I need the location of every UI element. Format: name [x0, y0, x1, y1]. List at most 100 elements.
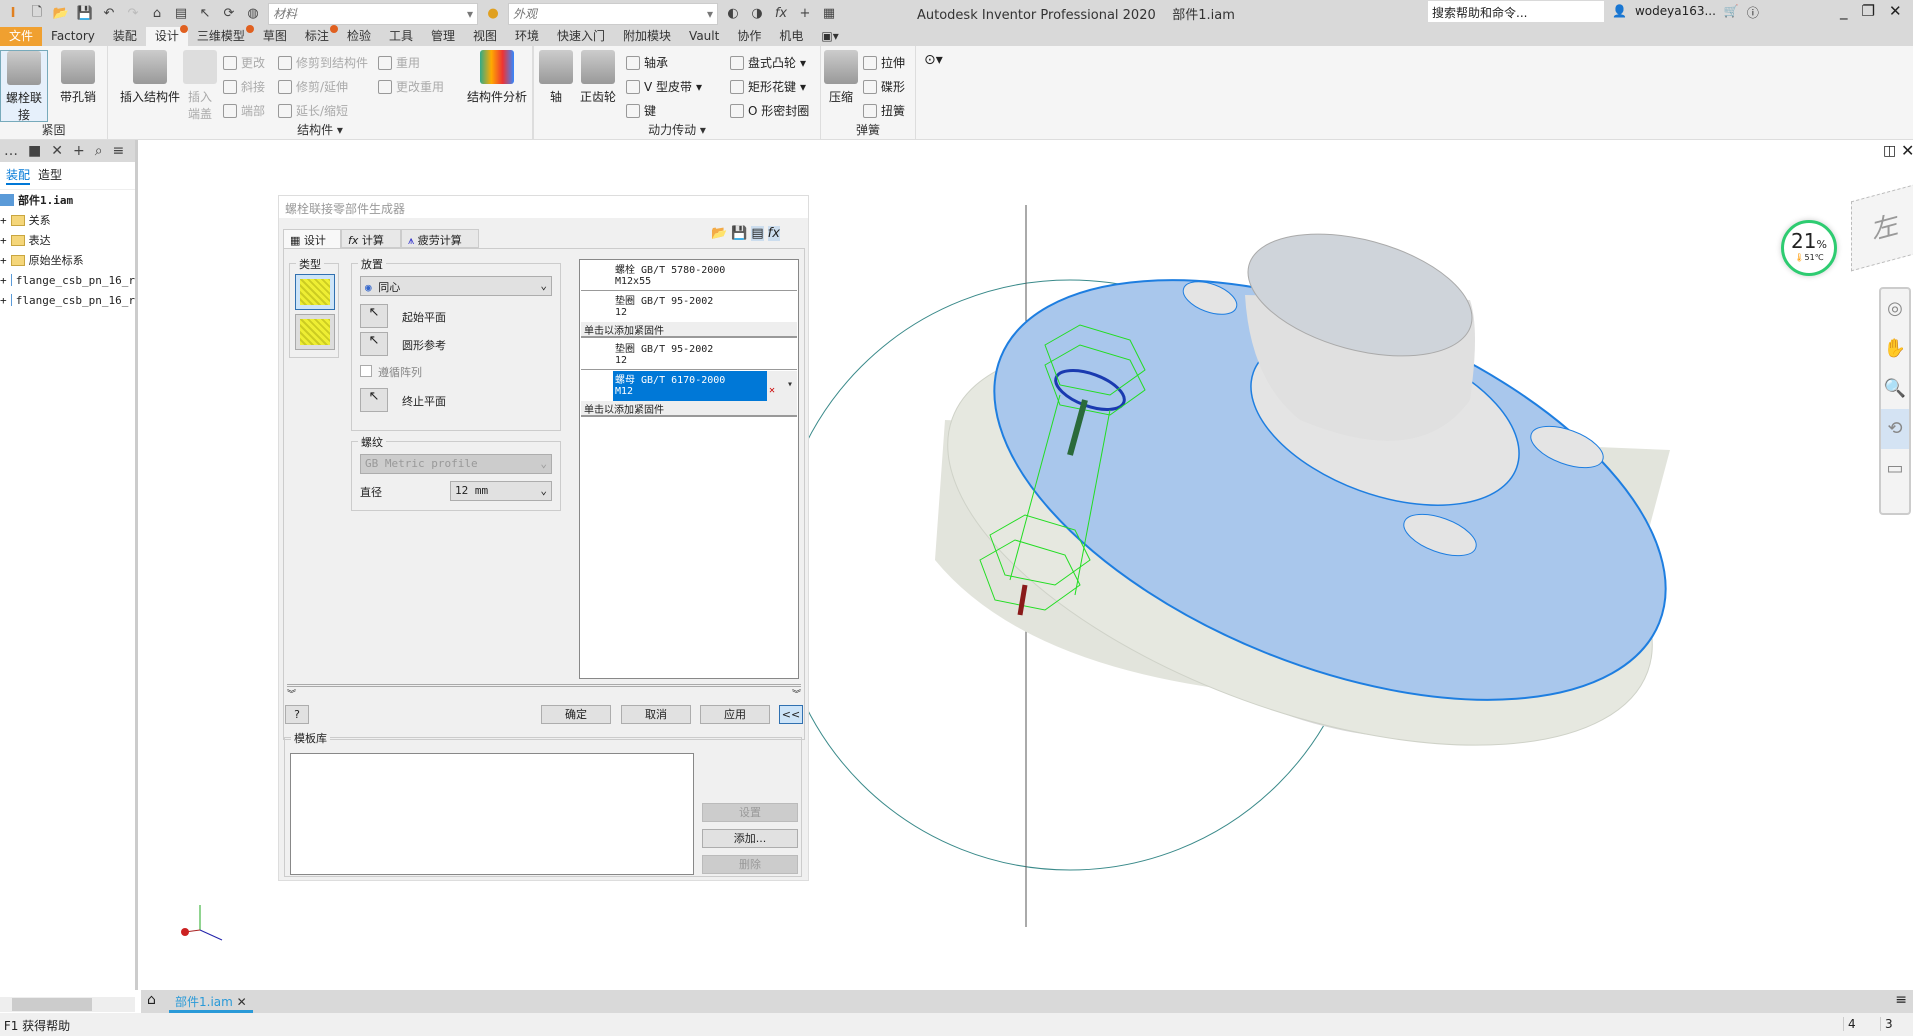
clevis-pin-button[interactable]: 带孔销 — [54, 50, 102, 105]
save-icon[interactable]: 💾 — [731, 226, 747, 241]
browser-tab-modeling[interactable]: 造型 — [38, 166, 62, 185]
tab-electromechanical[interactable]: 机电 — [770, 27, 812, 46]
options-icon[interactable]: ▤ — [751, 226, 764, 241]
customize-icon[interactable]: ▦ — [820, 5, 838, 23]
home-icon[interactable]: ⌂ — [147, 992, 156, 1008]
dropdown-icon[interactable]: ▾ — [787, 379, 793, 390]
insert-endcap-button[interactable]: 插入 端盖 — [180, 50, 220, 122]
tab-inspect[interactable]: 检验 — [338, 27, 380, 46]
browser-scrollbar[interactable] — [0, 997, 135, 1012]
adjust-appearance-icon[interactable]: ◐ — [724, 5, 742, 23]
select-icon[interactable]: ↖ — [196, 5, 214, 23]
ok-button[interactable]: 确定 — [541, 705, 611, 724]
cube-icon[interactable]: ■ — [28, 143, 41, 159]
insert-frame-button[interactable]: 插入结构件 — [114, 50, 186, 105]
reuse-button[interactable]: 重用 — [378, 54, 420, 71]
key-button[interactable]: 键 — [626, 102, 656, 119]
delete-template-button[interactable]: 删除 — [702, 855, 798, 874]
template-list[interactable] — [290, 753, 694, 875]
menu-icon[interactable]: ≡ — [113, 143, 125, 159]
home-icon[interactable]: ⌂ — [148, 5, 166, 23]
oring-button[interactable]: O 形密封圈 — [730, 102, 809, 119]
zoom-icon[interactable]: 🔍 — [1881, 369, 1909, 409]
tree-item-representations[interactable]: + 表达 — [0, 230, 135, 250]
tab-factory[interactable]: Factory — [42, 27, 104, 46]
diameter-select[interactable]: 12 mm ⌄ — [450, 481, 552, 501]
add-fastener-row[interactable]: 单击以添加紧固件 — [581, 322, 797, 338]
tab-file[interactable]: 文件 — [0, 27, 43, 46]
add-icon[interactable]: + — [73, 143, 85, 159]
settings-button[interactable]: 设置 — [702, 803, 798, 822]
new-icon[interactable]: 🗋 — [28, 5, 46, 23]
tab-get-started[interactable]: 快速入门 — [548, 27, 614, 46]
undo-icon[interactable]: ↶ — [100, 5, 118, 23]
shaft-button[interactable]: 轴 — [538, 50, 574, 105]
miter-button[interactable]: 斜接 — [223, 78, 265, 95]
close-viewport-icon[interactable]: ✕ — [1901, 141, 1913, 160]
fastener-item[interactable]: 螺栓 GB/T 5780-2000 M12x55 — [581, 261, 797, 291]
browser-menu-icon[interactable]: … — [4, 143, 18, 159]
update-icon[interactable]: ⟳ — [220, 5, 238, 23]
orbit-icon[interactable]: ⟲ — [1881, 409, 1909, 449]
clear-appearance-icon[interactable]: ◑ — [748, 5, 766, 23]
tab-view[interactable]: 视图 — [464, 27, 506, 46]
look-at-icon[interactable]: ▭ — [1881, 449, 1909, 489]
restore-button[interactable]: ❐ — [1862, 2, 1875, 20]
lengthen-button[interactable]: 延长/缩短 — [278, 102, 348, 119]
circular-reference-picker[interactable]: ↖ — [360, 332, 388, 356]
help-icon[interactable]: ⓘ — [1747, 4, 1759, 21]
close-button[interactable]: ✕ — [1889, 2, 1902, 20]
help-search-input[interactable]: 搜索帮助和命令... — [1428, 1, 1604, 22]
bearing-button[interactable]: 轴承 — [626, 54, 668, 71]
collapse-button[interactable]: << — [779, 705, 803, 724]
cancel-button[interactable]: 取消 — [621, 705, 691, 724]
tab-assemble[interactable]: 装配 — [104, 27, 146, 46]
fx-icon[interactable]: fx — [767, 226, 780, 241]
plus-icon[interactable]: + — [796, 5, 814, 23]
blind-bolt-type[interactable] — [295, 314, 335, 350]
thread-select[interactable]: GB Metric profile ⌄ — [360, 454, 552, 474]
tab-sketch[interactable]: 草图 — [254, 27, 296, 46]
open-icon[interactable]: 📂 — [52, 5, 70, 23]
appearance-select[interactable]: 外观 ▾ — [508, 2, 718, 25]
fastener-item-selected[interactable]: 螺母 GB/T 6170-2000 M12 ✕ ▾ — [581, 371, 797, 401]
help-button[interactable]: ? — [285, 705, 309, 724]
tab-collaborate[interactable]: 协作 — [728, 27, 770, 46]
fastener-item[interactable]: 垫圈 GB/T 95-2002 12 — [581, 340, 797, 370]
tab-design[interactable]: ▦ 设计 — [283, 229, 341, 248]
fastener-item[interactable]: 垫圈 GB/T 95-2002 12 — [581, 292, 797, 322]
user-account[interactable]: 👤 wodeya163... 🛒 ⓘ — [1612, 4, 1759, 21]
close-tab-icon[interactable]: ✕ — [237, 995, 247, 1009]
change-reuse-button[interactable]: 更改重用 — [378, 78, 444, 95]
more-panels-button[interactable]: ⊙▾ — [924, 52, 943, 68]
open-icon[interactable]: 📂 — [711, 226, 727, 241]
vbelt-button[interactable]: V 型皮带 ▾ — [626, 78, 702, 95]
follow-pattern-checkbox[interactable] — [360, 365, 372, 377]
change-button[interactable]: 更改 — [223, 54, 265, 71]
end-button[interactable]: 端部 — [223, 102, 265, 119]
tab-vault[interactable]: Vault — [680, 27, 728, 46]
tree-item-relationships[interactable]: + 关系 — [0, 210, 135, 230]
tab-overflow[interactable]: ▣▾ — [812, 27, 847, 46]
spur-gear-button[interactable]: 正齿轮 — [578, 50, 618, 105]
tree-item-origin[interactable]: + 原始坐标系 — [0, 250, 135, 270]
bolted-connection-button[interactable]: 螺栓联接 — [0, 50, 48, 122]
add-template-button[interactable]: 添加... — [702, 829, 798, 848]
material-select[interactable]: 材料 ▾ — [268, 2, 478, 25]
tab-calculation[interactable]: fx 计算 — [341, 229, 401, 248]
search-icon[interactable]: ⌕ — [95, 143, 103, 159]
tab-3d-model[interactable]: 三维模型 — [188, 25, 254, 46]
tree-item-part[interactable]: + flange_csb_pn_16_r — [0, 270, 135, 290]
close-icon[interactable]: ✕ — [51, 143, 63, 159]
tab-design[interactable]: 设计 — [145, 25, 188, 46]
pan-icon[interactable]: ✋ — [1881, 329, 1909, 369]
tree-item-part[interactable]: + flange_csb_pn_16_r — [0, 290, 135, 310]
spline-button[interactable]: 矩形花键 ▾ — [730, 78, 806, 95]
trim-extend-button[interactable]: 修剪/延伸 — [278, 78, 348, 95]
cart-icon[interactable]: 🛒 — [1724, 4, 1739, 21]
doc-tab-assembly[interactable]: 部件1.iam ✕ — [169, 990, 253, 1013]
properties-icon[interactable]: ▤ — [172, 5, 190, 23]
redo-icon[interactable]: ↷ — [124, 5, 142, 23]
frame-analysis-button[interactable]: 结构件分析 — [462, 50, 532, 105]
belleville-spring-button[interactable]: 碟形 — [863, 78, 905, 95]
